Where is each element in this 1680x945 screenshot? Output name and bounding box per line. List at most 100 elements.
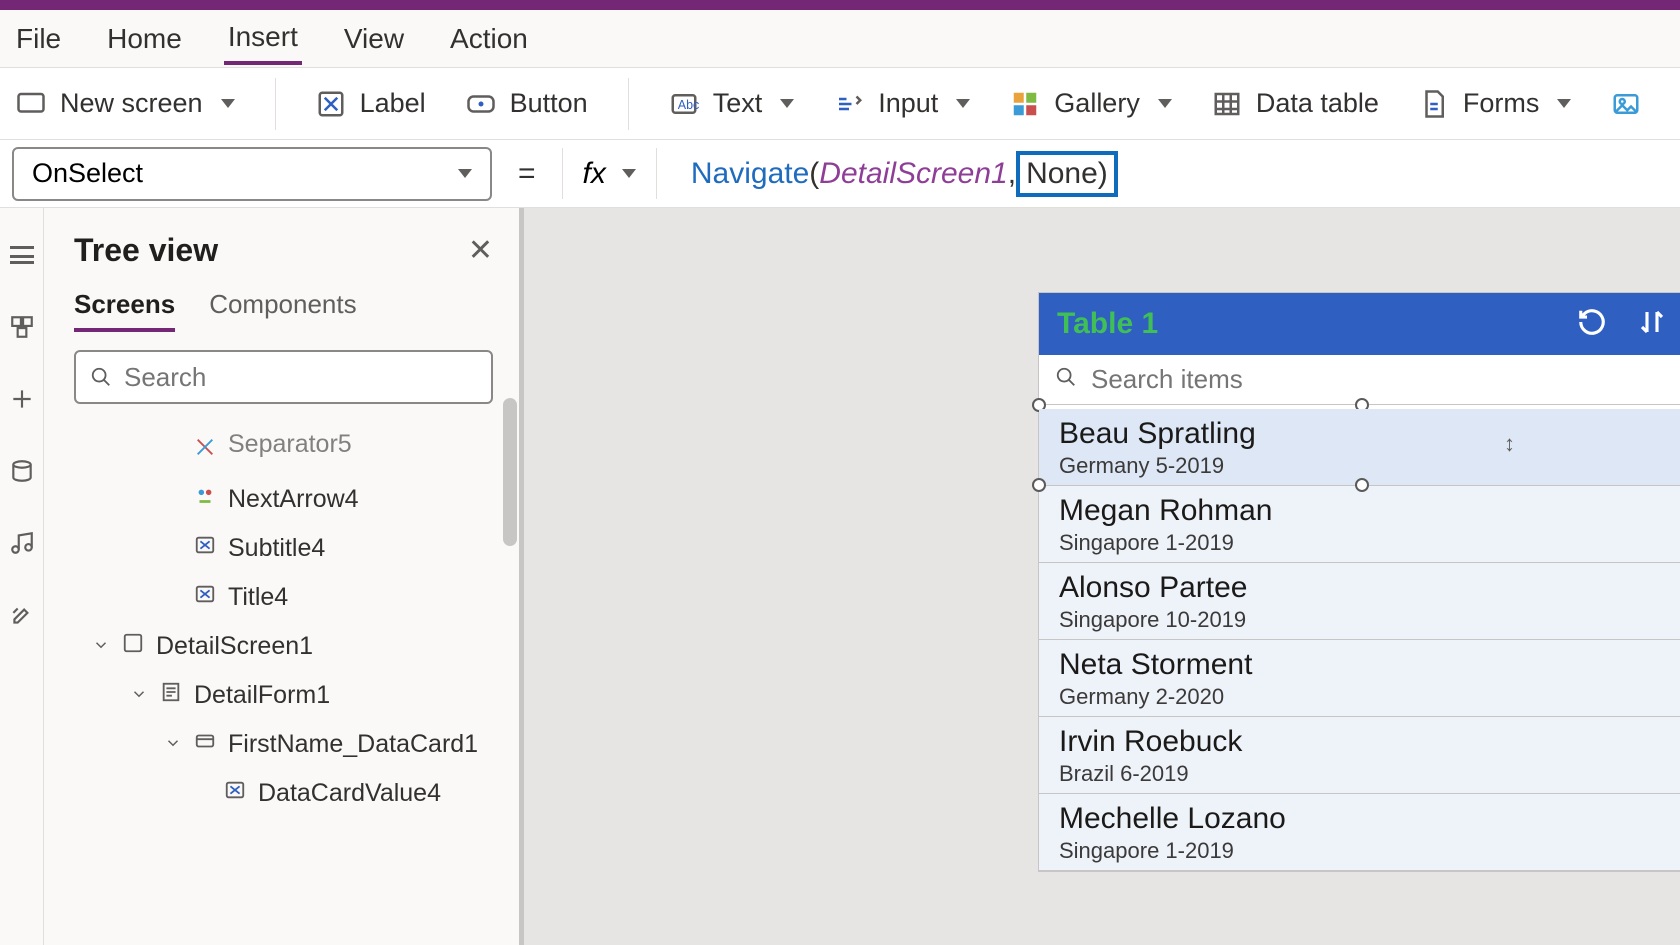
tree-search-box[interactable] <box>74 350 493 404</box>
tree-item[interactable]: Title4 <box>44 573 523 622</box>
insert-text-label: Text <box>713 88 763 119</box>
insert-input-label: Input <box>878 88 938 119</box>
formula-comma: , <box>1008 157 1016 191</box>
data-rail-icon[interactable] <box>9 458 35 484</box>
gallery-row[interactable]: Alonso ParteeSingapore 10-2019 <box>1039 563 1680 640</box>
tree-items: Separator5 NextArrow4 Subtitle4 Title4 Detai… <box>44 422 523 945</box>
preview-search-input[interactable] <box>1091 364 1669 395</box>
tools-rail-icon[interactable] <box>9 602 35 628</box>
insert-datatable-button[interactable]: Data table <box>1212 88 1379 119</box>
chevron-down-icon <box>458 169 472 178</box>
fx-dropdown[interactable]: fx <box>562 148 657 199</box>
chevron-down-icon[interactable] <box>130 681 148 710</box>
property-selector[interactable]: OnSelect <box>12 147 492 201</box>
new-screen-button[interactable]: New screen <box>16 88 235 119</box>
label-icon <box>224 779 246 808</box>
label-icon <box>316 89 346 119</box>
insert-input-button[interactable]: Input <box>834 88 970 119</box>
row-subtitle: Germany 2-2020 <box>1059 684 1665 710</box>
row-subtitle: Singapore 1-2019 <box>1059 838 1665 864</box>
row-title: Beau Spratling <box>1059 417 1665 451</box>
insert-gallery-button[interactable]: Gallery <box>1010 88 1172 119</box>
hamburger-icon[interactable] <box>9 242 35 268</box>
label-icon <box>194 534 216 563</box>
gallery-row[interactable]: Neta StormentGermany 2-2020 <box>1039 640 1680 717</box>
tab-components[interactable]: Components <box>209 289 356 332</box>
row-subtitle: Germany 5-2019 <box>1059 453 1665 479</box>
chevron-down-icon <box>780 99 794 108</box>
refresh-icon[interactable] <box>1577 307 1607 342</box>
formula-input[interactable]: Navigate ( DetailScreen1 , None) <box>675 151 1118 197</box>
tree-item-label: Title4 <box>228 583 288 612</box>
insert-button-label: Button <box>510 88 588 119</box>
insert-forms-button[interactable]: Forms <box>1419 88 1572 119</box>
gallery-row[interactable]: Mechelle LozanoSingapore 1-2019 <box>1039 794 1680 871</box>
formula-arg2-highlight: None) <box>1016 151 1118 197</box>
insert-label-button[interactable]: Label <box>316 88 426 119</box>
media-rail-icon[interactable] <box>9 530 35 556</box>
chevron-down-icon[interactable] <box>92 632 110 661</box>
card-icon <box>194 730 216 759</box>
insert-gallery-label: Gallery <box>1054 88 1140 119</box>
screen-icon <box>16 89 46 119</box>
row-subtitle: Brazil 6-2019 <box>1059 761 1665 787</box>
tree-view-icon[interactable] <box>9 314 35 340</box>
tab-screens[interactable]: Screens <box>74 289 175 332</box>
tree-item-label: NextArrow4 <box>228 485 359 514</box>
canvas[interactable]: Table 1 Beau SpratlingGe <box>524 208 1680 945</box>
tree-search-input[interactable] <box>124 362 477 393</box>
tree-item[interactable]: FirstName_DataCard1 <box>44 720 523 769</box>
menu-view[interactable]: View <box>340 15 408 63</box>
tree-item[interactable]: Separator5 <box>44 426 523 475</box>
property-name: OnSelect <box>32 158 143 189</box>
insert-rail-icon[interactable] <box>9 386 35 412</box>
selection-handle[interactable] <box>1032 478 1046 492</box>
sort-icon[interactable] <box>1637 307 1667 342</box>
row-title: Megan Rohman <box>1059 494 1665 528</box>
tree-tabs: Screens Components <box>44 269 523 332</box>
insert-button-button[interactable]: Button <box>466 88 588 119</box>
insert-text-button[interactable]: Abc Text <box>669 88 795 119</box>
tree-item[interactable]: DataCardValue4 <box>44 769 523 818</box>
screen-icon <box>122 632 144 661</box>
tree-item[interactable]: DetailForm1 <box>44 671 523 720</box>
tree-item[interactable]: DetailScreen1 <box>44 622 523 671</box>
gallery-row[interactable]: Megan RohmanSingapore 1-2019 <box>1039 486 1680 563</box>
row-title: Irvin Roebuck <box>1059 725 1665 759</box>
gallery-row[interactable]: Beau SpratlingGermany 5-2019↕ <box>1039 409 1680 486</box>
tree-item[interactable]: NextArrow4 <box>44 475 523 524</box>
chevron-down-icon <box>1158 99 1172 108</box>
tree-item[interactable]: Subtitle4 <box>44 524 523 573</box>
menu-action[interactable]: Action <box>446 15 532 63</box>
menu-bar: File Home Insert View Action <box>0 10 1680 68</box>
search-icon <box>1055 366 1077 393</box>
new-screen-label: New screen <box>60 88 203 119</box>
formula-arg1: DetailScreen1 <box>819 157 1007 191</box>
window-titlebar <box>0 0 1680 10</box>
image-icon <box>1611 89 1641 119</box>
preview-title: Table 1 <box>1057 307 1158 341</box>
chevron-down-icon[interactable] <box>164 730 182 759</box>
insert-label-label: Label <box>360 88 426 119</box>
insert-media-button[interactable] <box>1611 89 1641 119</box>
tree-scrollbar[interactable] <box>503 398 517 546</box>
tree-view-title: Tree view <box>74 232 218 269</box>
input-icon <box>834 89 864 119</box>
tree-item-label: DetailScreen1 <box>156 632 313 661</box>
row-subtitle: Singapore 10-2019 <box>1059 607 1665 633</box>
gallery-row[interactable]: Irvin RoebuckBrazil 6-2019 <box>1039 717 1680 794</box>
nextarrow-icon <box>194 485 216 514</box>
row-title: Mechelle Lozano <box>1059 802 1665 836</box>
tree-item-label: DetailForm1 <box>194 681 330 710</box>
selection-handle[interactable] <box>1355 478 1369 492</box>
preview-header: Table 1 <box>1039 293 1680 355</box>
forms-icon <box>1419 89 1449 119</box>
close-icon[interactable]: ✕ <box>468 233 493 268</box>
svg-text:Abc: Abc <box>677 98 698 112</box>
menu-insert[interactable]: Insert <box>224 13 302 65</box>
ribbon-separator <box>628 78 629 130</box>
equals-sign: = <box>510 157 544 191</box>
menu-home[interactable]: Home <box>103 15 186 63</box>
menu-file[interactable]: File <box>12 15 65 63</box>
work-area: Tree view ✕ Screens Components Separator… <box>0 208 1680 945</box>
